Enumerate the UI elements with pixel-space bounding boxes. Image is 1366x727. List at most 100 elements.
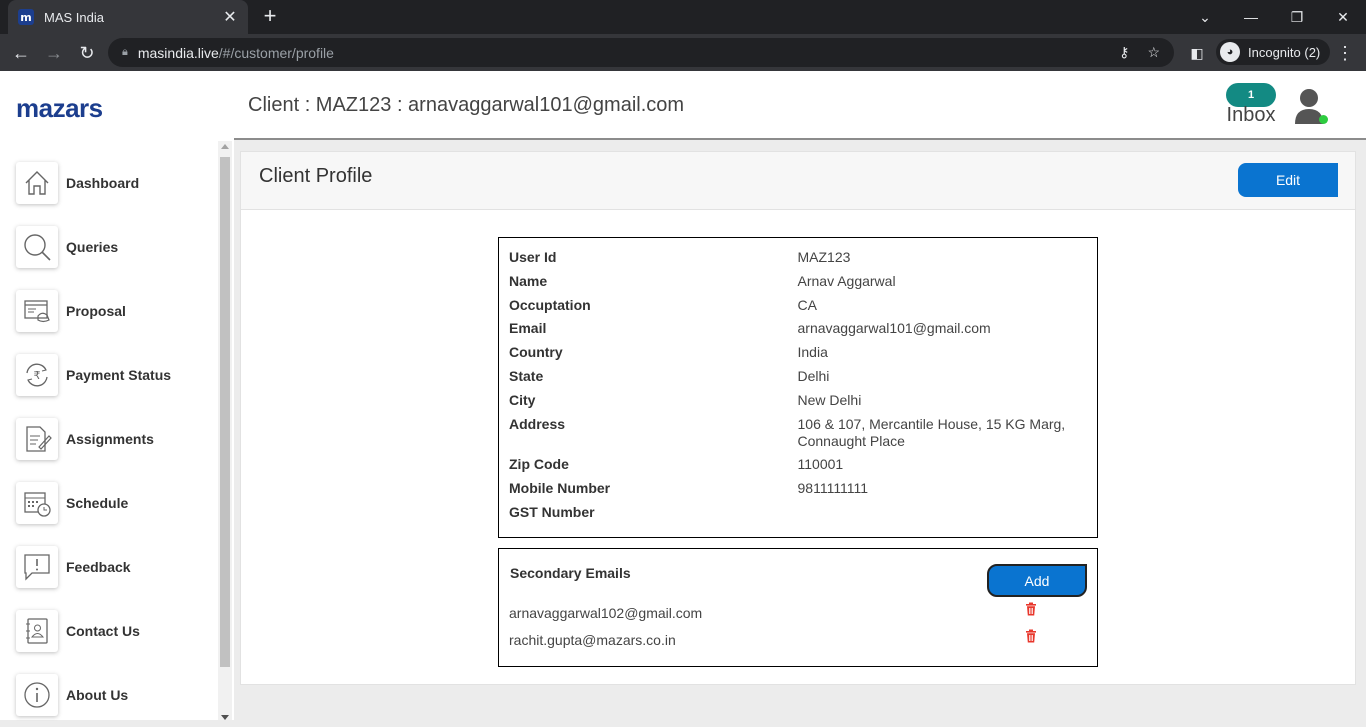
url-host: masindia.live: [137, 44, 219, 61]
tab-search-chevron-icon[interactable]: ⌄: [1182, 0, 1228, 34]
detail-label: Name: [509, 272, 548, 289]
detail-row: Occuptation CA: [509, 297, 1087, 314]
sidebar-menu: Dashboard Queries Proposal ₹ Payment Sta…: [16, 151, 171, 727]
detail-label: User Id: [509, 249, 557, 265]
home-icon: [16, 162, 58, 204]
edit-button[interactable]: Edit: [1238, 163, 1338, 197]
detail-row: Country India: [509, 344, 1087, 361]
browser-tab[interactable]: m MAS India ✕: [8, 0, 248, 34]
sidebar: mazars Dashboard Queries Proposal ₹ Paym…: [0, 71, 234, 720]
rupee-cycle-icon: ₹: [16, 354, 58, 396]
detail-label: GST Number: [509, 503, 595, 520]
incognito-label: Incognito (2): [1248, 44, 1321, 60]
sidebar-item-schedule[interactable]: Schedule: [16, 471, 171, 535]
incognito-icon: ◕: [1220, 42, 1240, 62]
sidebar-item-payment-status[interactable]: ₹ Payment Status: [16, 343, 171, 407]
detail-value: New Delhi: [797, 391, 862, 408]
browser-menu-icon[interactable]: ⋮: [1332, 40, 1358, 66]
search-icon: [16, 226, 58, 268]
inbox-label: Inbox: [1226, 104, 1276, 126]
detail-label: City: [509, 391, 536, 408]
detail-row: User Id MAZ123: [509, 249, 1087, 266]
detail-label: Zip Code: [509, 456, 569, 473]
address-bar[interactable]: 🔒︎ masindia.live /#/customer/profile ⚷ ☆: [108, 38, 1174, 67]
sidebar-item-assignments[interactable]: Assignments: [16, 407, 171, 471]
sidebar-item-label: Queries: [66, 239, 119, 255]
sidebar-item-feedback[interactable]: Feedback: [16, 535, 171, 599]
detail-row: State Delhi: [509, 368, 1087, 385]
detail-row: GST Number: [509, 504, 1087, 521]
svg-text:₹: ₹: [34, 369, 41, 382]
contact-book-icon: [16, 610, 58, 652]
secondary-email-item: rachit.gupta@mazars.co.in: [509, 632, 676, 648]
detail-value: India: [797, 344, 828, 361]
secondary-email-item: arnavaggarwal102@gmail.com: [509, 605, 703, 621]
detail-value: CA: [797, 296, 817, 313]
mazars-logo[interactable]: mazars: [16, 93, 103, 124]
detail-label: Email: [509, 320, 547, 337]
bookmark-star-icon[interactable]: ☆: [1147, 44, 1160, 61]
calendar-clock-icon: [16, 482, 58, 524]
detail-row: Email arnavaggarwal101@gmail.com: [509, 320, 1087, 337]
scroll-up-arrow-icon[interactable]: [221, 144, 229, 149]
info-icon: [16, 674, 58, 716]
sidebar-item-queries[interactable]: Queries: [16, 215, 171, 279]
secondary-emails-box: Secondary Emails Add arnavaggarwal102@gm…: [498, 548, 1098, 667]
reload-icon[interactable]: ↻: [74, 40, 100, 66]
sidebar-scrollbar-thumb[interactable]: [220, 157, 230, 667]
detail-label: Mobile Number: [509, 480, 611, 497]
detail-value: 110001: [797, 456, 844, 473]
url-path: /#/customer/profile: [218, 44, 334, 61]
detail-value: MAZ123: [797, 249, 851, 265]
sidebar-item-label: Assignments: [66, 431, 154, 447]
sidebar-item-about-us[interactable]: About Us: [16, 663, 171, 727]
detail-row: Mobile Number 9811111111: [509, 480, 1087, 497]
tab-title: MAS India: [44, 9, 104, 25]
sidebar-item-label: Payment Status: [66, 367, 172, 383]
detail-row: Zip Code 110001: [509, 456, 1087, 473]
trash-icon[interactable]: [1024, 602, 1038, 616]
back-arrow-icon[interactable]: ←: [8, 40, 34, 66]
profile-details-box: User Id MAZ123 Name Arnav Aggarwal Occup…: [498, 237, 1098, 538]
detail-value: Delhi: [797, 367, 830, 384]
detail-value: arnavaggarwal101@gmail.com: [797, 320, 991, 337]
key-icon[interactable]: ⚷: [1119, 44, 1129, 61]
sidebar-item-proposal[interactable]: Proposal: [16, 279, 171, 343]
detail-value: Arnav Aggarwal: [797, 272, 896, 289]
client-profile-card: Client Profile Edit User Id MAZ123 Name …: [240, 151, 1356, 685]
restore-icon[interactable]: ❐: [1274, 0, 1320, 34]
detail-label: Occuptation: [509, 296, 591, 313]
new-tab-plus-icon[interactable]: +: [258, 5, 282, 29]
detail-row: City New Delhi: [509, 392, 1087, 409]
user-avatar[interactable]: [1292, 87, 1328, 127]
inbox-button[interactable]: 1 Inbox: [1216, 83, 1286, 127]
incognito-indicator[interactable]: ◕ Incognito (2): [1216, 39, 1331, 65]
detail-value: 106 & 107, Mercantile House, 15 KG Marg,…: [797, 415, 1066, 449]
site-favicon-icon: m: [18, 9, 34, 25]
document-edit-icon: [16, 418, 58, 460]
page-header: Client : MAZ123 : arnavaggarwal101@gmail…: [234, 71, 1366, 140]
sidebar-item-contact-us[interactable]: Contact Us: [16, 599, 171, 663]
window-close-icon[interactable]: ✕: [1320, 0, 1366, 34]
minimize-icon[interactable]: —: [1228, 0, 1274, 34]
detail-row: Name Arnav Aggarwal: [509, 273, 1087, 290]
sidebar-item-label: Dashboard: [66, 175, 140, 191]
sidebar-scrollbar[interactable]: [218, 141, 232, 720]
browser-toolbar: ← → ↻ 🔒︎ masindia.live /#/customer/profi…: [0, 34, 1366, 71]
detail-value: [798, 504, 1088, 521]
trash-icon[interactable]: [1024, 629, 1038, 643]
forward-arrow-icon[interactable]: →: [41, 40, 67, 66]
sidebar-item-dashboard[interactable]: Dashboard: [16, 151, 171, 215]
page-title: Client Profile: [259, 165, 373, 187]
tab-close-icon[interactable]: ✕: [222, 7, 238, 27]
add-email-button[interactable]: Add: [987, 564, 1087, 597]
lock-icon: 🔒︎: [122, 46, 128, 58]
side-panel-icon[interactable]: ◧: [1184, 40, 1210, 66]
detail-label: Country: [509, 344, 563, 361]
sidebar-item-label: Feedback: [66, 559, 131, 575]
detail-label: State: [509, 367, 544, 384]
feedback-icon: [16, 546, 58, 588]
secondary-emails-title: Secondary Emails: [510, 565, 631, 581]
scroll-down-arrow-icon[interactable]: [221, 715, 229, 720]
detail-label: Address: [509, 415, 566, 432]
